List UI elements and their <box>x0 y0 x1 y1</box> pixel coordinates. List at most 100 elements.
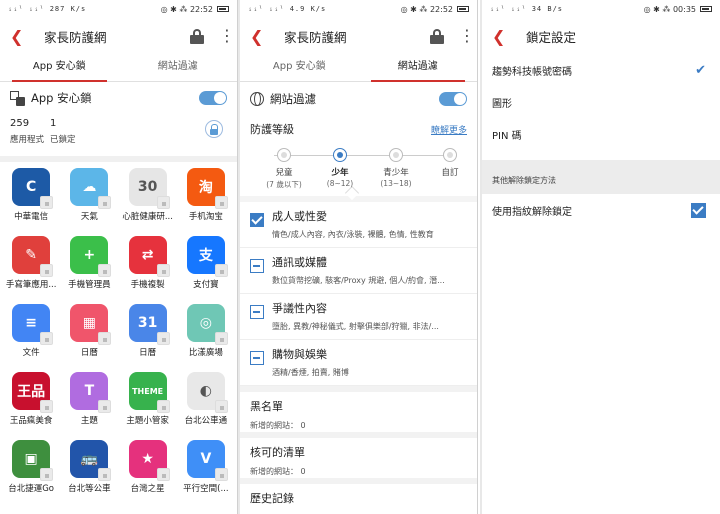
lock-badge-icon <box>156 332 170 345</box>
level-dot <box>277 148 291 162</box>
app-icon: ★ <box>128 440 170 481</box>
lock-badge-icon <box>156 196 170 209</box>
level-stop[interactable]: 自訂 <box>425 148 475 179</box>
screen-web-filter: ᵢᵢˡ ᵢᵢˡ 4.9 K/s ◎ ✱ ⁂ 22:52 ❮ 家長防護網 ⋮ Ap… <box>240 0 478 514</box>
app-item[interactable]: THEME 主題小管家 <box>119 372 177 434</box>
app-item[interactable]: V 平行空間(... <box>177 440 235 502</box>
battery-icon <box>700 6 712 12</box>
back-arrow-icon[interactable]: ❮ <box>10 27 32 46</box>
app-icon: 王品 <box>12 372 54 413</box>
fingerprint-checkbox[interactable] <box>691 202 706 218</box>
app-icon: ▣ <box>12 440 54 481</box>
lock-settings-icon[interactable] <box>429 28 445 44</box>
category-row[interactable]: 成人或性愛情色/成人內容, 內衣/泳裝, 裸體, 色情, 性教育 <box>240 202 477 248</box>
lock-filter-icon[interactable] <box>205 120 223 138</box>
app-item[interactable]: ≡ 文件 <box>2 304 60 366</box>
tab-web-filter[interactable]: 網站過濾 <box>119 54 238 81</box>
tab-app-lock[interactable]: App 安心鎖 <box>240 54 359 81</box>
app-icon: ◎ <box>186 304 228 345</box>
protection-level-label: 防護等級 <box>250 123 294 136</box>
app-name: 主題 <box>80 416 98 426</box>
category-checkbox[interactable] <box>250 213 264 227</box>
app-lock-header: App 安心鎖 <box>0 82 237 114</box>
lock-option-label: 趨勢科技帳號密碼 <box>492 66 572 78</box>
protection-level-slider[interactable]: 兒童 (7 歲以下) 少年 (8~12) 青少年 (13~18) 自訂 <box>250 140 467 201</box>
app-bar: ❮ 家長防護網 ⋮ <box>240 18 477 54</box>
app-item[interactable]: ◎ 比漾廣場 <box>177 304 235 366</box>
level-stop[interactable]: 兒童 (7 歲以下) <box>259 148 309 190</box>
app-lock-toggle[interactable] <box>199 91 227 105</box>
lock-option[interactable]: 趨勢科技帳號密碼 ✔ <box>482 54 720 86</box>
lock-badge-icon <box>156 400 170 413</box>
app-icon: C <box>12 168 54 209</box>
status-left: ᵢᵢˡ ᵢᵢˡ 287 K/s <box>8 5 87 13</box>
app-item[interactable]: 🚌 台北等公車 <box>60 440 118 502</box>
app-item[interactable]: C 中華電信 <box>2 168 60 230</box>
lock-option[interactable]: PIN 碼 <box>482 118 720 150</box>
allowed-list-title: 核可的清單 <box>250 446 305 459</box>
app-item[interactable]: ★ 台灣之星 <box>119 440 177 502</box>
category-title: 成人或性愛 <box>272 210 327 223</box>
app-item[interactable]: ▣ 台北捷運Go <box>2 440 60 502</box>
app-icon: ≡ <box>12 304 54 345</box>
category-desc: 情色/成人內容, 內衣/泳裝, 裸體, 色情, 性教育 <box>272 230 434 239</box>
app-item[interactable]: 30 心脏健康研... <box>119 168 177 230</box>
app-item[interactable]: 淘手机淘宝 <box>177 168 235 230</box>
app-glyph: 🚌 <box>80 451 99 467</box>
app-item[interactable]: 王品 王品瘋美食 <box>2 372 60 434</box>
category-text: 爭議性內容 墮胎, 異教/神秘儀式, 射擊俱樂部/狩獵, 非法/... <box>272 300 468 332</box>
app-item[interactable]: ◐ 台北公車通 <box>177 372 235 434</box>
app-item[interactable]: ✎ 手寫筆應用... <box>2 236 60 298</box>
tab-app-lock[interactable]: App 安心鎖 <box>0 54 119 82</box>
app-item[interactable]: T 主題 <box>60 372 118 434</box>
app-name: 中華電信 <box>14 212 49 222</box>
app-icon: THEME <box>128 372 170 413</box>
app-item[interactable]: ⇄ 手機複製 <box>119 236 177 298</box>
app-item[interactable]: + 手機管理員 <box>60 236 118 298</box>
lock-option-label: PIN 碼 <box>492 130 522 142</box>
fingerprint-row[interactable]: 使用指紋解除鎖定 <box>482 194 720 226</box>
category-title: 爭議性內容 <box>272 302 327 315</box>
category-checkbox[interactable] <box>250 305 264 319</box>
app-icon: 30 <box>128 168 170 209</box>
app-glyph: + <box>83 247 96 263</box>
lock-settings-icon[interactable] <box>189 28 205 44</box>
app-glyph: ≡ <box>25 315 37 331</box>
app-name: 天氣 <box>80 212 98 222</box>
learn-more-link[interactable]: 瞭解更多 <box>431 123 467 136</box>
app-item[interactable]: 31 日曆 <box>119 304 177 366</box>
app-icon: ▦ <box>70 304 112 345</box>
more-menu-icon[interactable]: ⋮ <box>219 28 235 44</box>
app-name: 手寫筆應用... <box>5 280 57 290</box>
web-filter-toggle[interactable] <box>439 92 467 106</box>
level-dot <box>333 148 347 162</box>
allowed-list-row[interactable]: 核可的清單 新增的網站： 0 <box>240 432 477 478</box>
more-menu-icon[interactable]: ⋮ <box>459 28 475 44</box>
app-item[interactable]: 支支付寶 <box>177 236 235 298</box>
lock-badge-icon <box>40 468 54 481</box>
lock-option[interactable]: 圖形 <box>482 86 720 118</box>
category-title: 購物與娛樂 <box>272 348 327 361</box>
lock-badge-icon <box>214 332 228 345</box>
history-row[interactable]: 歷史記錄 <box>240 478 477 505</box>
level-stop[interactable]: 青少年 (13~18) <box>371 148 421 188</box>
level-stop[interactable]: 少年 (8~12) <box>315 148 365 188</box>
category-checkbox[interactable] <box>250 259 264 273</box>
lock-badge-icon <box>156 468 170 481</box>
category-row[interactable]: 購物與娛樂 酒精/香煙, 拍賣, 賭博 <box>240 340 477 386</box>
app-item[interactable]: ☁ 天氣 <box>60 168 118 230</box>
battery-icon <box>217 6 229 12</box>
page-title: 家長防護網 <box>44 29 107 45</box>
app-glyph: ✎ <box>25 247 37 263</box>
back-arrow-icon[interactable]: ❮ <box>250 27 272 46</box>
category-row[interactable]: 通訊或媒體 數位貨幣挖礦, 駭客/Proxy 規避, 個人/約會, 潛... <box>240 248 477 294</box>
app-name: 王品瘋美食 <box>9 416 53 426</box>
tab-web-filter[interactable]: 網站過濾 <box>359 54 478 82</box>
back-arrow-icon[interactable]: ❮ <box>492 27 514 46</box>
blocked-list-row[interactable]: 黑名單 新增的網站： 0 <box>240 386 477 432</box>
category-row[interactable]: 爭議性內容 墮胎, 異教/神秘儀式, 射擊俱樂部/狩獵, 非法/... <box>240 294 477 340</box>
category-checkbox[interactable] <box>250 351 264 365</box>
locked-count-label: 已鎖定 <box>50 135 76 145</box>
app-item[interactable]: ▦ 日曆 <box>60 304 118 366</box>
app-icon: ⇄ <box>128 236 170 277</box>
